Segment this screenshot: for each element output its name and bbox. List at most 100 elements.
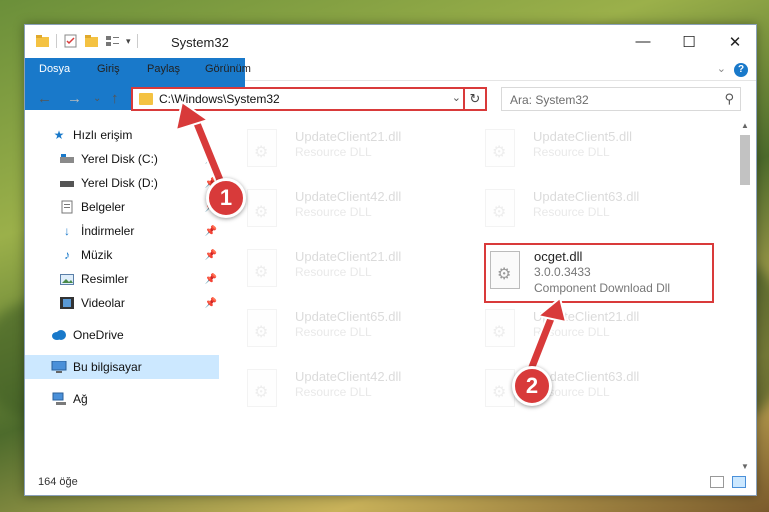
navigation-bar: ← → ⌄ ↑ C:\Windows\System32 ⌄ ↻ Ara: Sys… xyxy=(25,81,756,117)
dll-file-icon xyxy=(485,189,515,227)
computer-icon xyxy=(51,360,67,374)
sidebar-item-this-pc[interactable]: Bu bilgisayar xyxy=(25,355,219,379)
sidebar-item-onedrive[interactable]: OneDrive xyxy=(25,323,219,347)
pin-icon[interactable]: 📌 xyxy=(205,154,217,165)
new-folder-icon[interactable] xyxy=(84,34,99,48)
file-description: Resource DLL xyxy=(295,325,372,339)
sidebar-item-local-disk-c[interactable]: Yerel Disk (C:) 📌 xyxy=(25,147,219,171)
expand-ribbon-icon[interactable]: ⌄ xyxy=(717,62,726,75)
divider xyxy=(136,34,138,48)
file-item[interactable]: UpdateClient21.dll Resource DLL xyxy=(239,125,459,177)
maximize-button[interactable]: ☐ xyxy=(666,25,712,58)
file-description: Resource DLL xyxy=(295,265,372,279)
dll-file-icon xyxy=(247,249,277,287)
tab-view[interactable]: Görünüm xyxy=(205,58,251,81)
dll-file-icon xyxy=(247,309,277,347)
folder-icon[interactable] xyxy=(35,34,50,48)
file-description: Resource DLL xyxy=(533,205,610,219)
sidebar-item-label: Müzik xyxy=(81,248,113,262)
sidebar-item-label: Videolar xyxy=(81,296,125,310)
pin-icon[interactable]: 📌 xyxy=(205,274,217,285)
file-name: UpdateClient65.dll xyxy=(295,309,402,324)
sidebar-item-quick-access[interactable]: ★ Hızlı erişim xyxy=(25,123,219,147)
sidebar-item-network[interactable]: Ağ xyxy=(25,387,219,411)
file-name: UpdateClient21.dll xyxy=(295,249,402,264)
customize-view-icon[interactable] xyxy=(105,34,120,48)
file-name: UpdateClient42.dll xyxy=(295,369,402,384)
file-item[interactable]: UpdateClient65.dll Resource DLL xyxy=(239,305,459,357)
tab-share[interactable]: Paylaş xyxy=(147,58,180,81)
sidebar-item-local-disk-d[interactable]: Yerel Disk (D:) 📌 xyxy=(25,171,219,195)
sidebar-item-label: Yerel Disk (C:) xyxy=(81,152,158,166)
file-item[interactable]: UpdateClient63.dll Resource DLL xyxy=(477,365,697,417)
back-arrow-icon[interactable]: ← xyxy=(37,90,52,107)
pin-icon[interactable]: 📌 xyxy=(205,250,217,261)
drive-icon xyxy=(59,176,75,190)
sidebar-item-music[interactable]: ♪ Müzik 📌 xyxy=(25,243,219,267)
sidebar-item-videos[interactable]: Videolar 📌 xyxy=(25,291,219,315)
navigation-pane: ★ Hızlı erişim Yerel Disk (C:) 📌 Yerel D… xyxy=(25,121,221,471)
up-arrow-icon[interactable]: ↑ xyxy=(111,90,119,107)
sidebar-item-pictures[interactable]: Resimler 📌 xyxy=(25,267,219,291)
file-item[interactable]: UpdateClient42.dll Resource DLL xyxy=(239,185,459,237)
network-icon xyxy=(51,392,67,406)
file-description: Resource DLL xyxy=(295,205,372,219)
download-icon: ↓ xyxy=(64,224,70,238)
large-icons-view-icon[interactable] xyxy=(732,476,746,488)
sidebar-item-label: Ağ xyxy=(73,392,88,406)
help-icon[interactable]: ? xyxy=(734,63,748,77)
file-item[interactable]: UpdateClient63.dll Resource DLL xyxy=(477,185,697,237)
recent-locations-icon[interactable]: ⌄ xyxy=(93,93,101,104)
file-item[interactable]: UpdateClient21.dll Resource DLL xyxy=(477,305,697,357)
sidebar-item-documents[interactable]: Belgeler 📌 xyxy=(25,195,219,219)
sidebar-item-downloads[interactable]: ↓ İndirmeler 📌 xyxy=(25,219,219,243)
pin-icon[interactable]: 📌 xyxy=(205,226,217,237)
file-item-ocget[interactable]: ocget.dll 3.0.0.3433 Component Download … xyxy=(484,243,714,303)
file-explorer-window: ▾ System32 — ☐ ✕ Dosya Giriş Paylaş Görü… xyxy=(24,24,757,496)
file-name: UpdateClient21.dll xyxy=(533,309,640,324)
music-icon: ♪ xyxy=(64,248,70,262)
search-input[interactable]: Ara: System32 ⚲ xyxy=(501,87,741,111)
dll-file-icon xyxy=(490,251,520,289)
sidebar-item-label: Hızlı erişim xyxy=(73,128,133,142)
file-item[interactable]: UpdateClient5.dll Resource DLL xyxy=(477,125,697,177)
scroll-up-icon[interactable]: ▲ xyxy=(738,121,752,130)
window-title: System32 xyxy=(171,35,229,50)
dll-file-icon xyxy=(247,369,277,407)
refresh-icon[interactable]: ↻ xyxy=(463,89,485,109)
file-item[interactable]: UpdateClient21.dll Resource DLL xyxy=(239,245,459,297)
forward-arrow-icon[interactable]: → xyxy=(67,90,82,107)
details-view-icon[interactable] xyxy=(710,476,724,488)
scrollbar-thumb[interactable] xyxy=(740,135,750,185)
file-description: Resource DLL xyxy=(533,145,610,159)
videos-icon xyxy=(59,296,75,310)
sidebar-item-label: Yerel Disk (D:) xyxy=(81,176,158,190)
properties-icon[interactable] xyxy=(63,34,78,48)
address-bar[interactable]: C:\Windows\System32 ⌄ ↻ xyxy=(131,87,487,111)
sidebar-item-label: Belgeler xyxy=(81,200,126,214)
dll-file-icon xyxy=(485,369,515,407)
file-item[interactable]: UpdateClient42.dll Resource DLL xyxy=(239,365,459,417)
close-button[interactable]: ✕ xyxy=(712,25,758,58)
title-bar: ▾ System32 — ☐ ✕ xyxy=(25,25,756,58)
address-dropdown-icon[interactable]: ⌄ xyxy=(452,91,461,104)
qat-dropdown-icon[interactable]: ▾ xyxy=(126,36,131,47)
sidebar-item-label: Resimler xyxy=(81,272,129,286)
file-name: UpdateClient42.dll xyxy=(295,189,402,204)
file-name: ocget.dll xyxy=(534,249,583,264)
scroll-down-icon[interactable]: ▼ xyxy=(738,462,752,471)
minimize-button[interactable]: — xyxy=(620,25,666,58)
tab-home[interactable]: Giriş xyxy=(97,58,120,81)
file-version: 3.0.0.3433 xyxy=(534,265,591,279)
file-list: UpdateClient21.dll Resource DLL UpdateCl… xyxy=(239,121,739,471)
search-icon[interactable]: ⚲ xyxy=(724,91,734,107)
pin-icon[interactable]: 📌 xyxy=(205,298,217,309)
dll-file-icon xyxy=(485,309,515,347)
dll-file-icon xyxy=(485,129,515,167)
file-name: UpdateClient5.dll xyxy=(533,129,633,144)
folder-icon xyxy=(139,93,153,105)
address-path[interactable]: C:\Windows\System32 xyxy=(159,92,280,106)
documents-icon xyxy=(59,200,75,214)
vertical-scrollbar[interactable]: ▲ ▼ xyxy=(738,121,752,471)
file-name: UpdateClient63.dll xyxy=(533,189,640,204)
